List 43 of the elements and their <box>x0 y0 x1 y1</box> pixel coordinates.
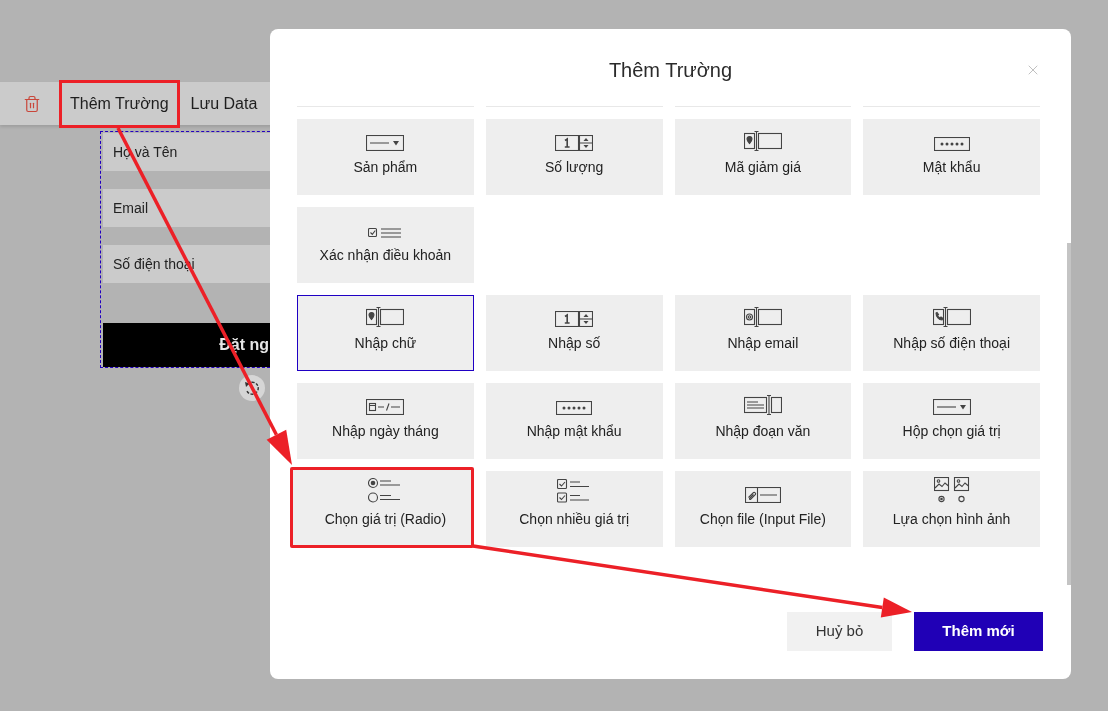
field-type-card[interactable]: Nhập số <box>485 295 663 371</box>
trash-icon <box>23 94 41 113</box>
text-field-icon <box>743 131 782 151</box>
cancel-button[interactable]: Huỷ bỏ <box>787 612 892 651</box>
toolbar-button[interactable]: Thêm Trường <box>59 79 180 128</box>
number-stepper-icon <box>555 311 594 327</box>
dialog-title: Thêm Trường <box>608 58 733 83</box>
checkbox-list-icon <box>557 479 592 503</box>
scrollbar-thumb[interactable] <box>1067 243 1071 585</box>
add-button[interactable]: Thêm mới <box>914 612 1043 651</box>
field-type-card[interactable]: Nhập mật khẩu <box>485 383 663 459</box>
field-type-card[interactable]: Chọn file (Input File) <box>674 471 852 547</box>
phone-field-icon <box>932 307 971 327</box>
field-type-card[interactable]: Hộp chọn giá trị <box>863 383 1040 459</box>
field-type-card[interactable]: Nhập ngày tháng <box>297 383 474 459</box>
radio-list-icon <box>368 478 403 503</box>
field-type-card[interactable]: Chọn nhiều giá trị <box>485 471 663 547</box>
checkbox-lines-icon <box>368 227 403 239</box>
input-field[interactable]: Email <box>103 189 270 227</box>
field-type-card[interactable]: Nhập chữ <box>297 295 474 371</box>
number-stepper-icon <box>555 135 594 151</box>
paragraph-field-icon <box>743 395 782 415</box>
field-type-card[interactable]: Mã giảm giá <box>674 119 852 195</box>
field-type-card[interactable]: Nhập email <box>674 295 852 371</box>
field-type-card[interactable]: Xác nhận điều khoản <box>297 207 474 283</box>
email-field-icon <box>743 307 782 327</box>
toolbar-button[interactable]: Lưu Data <box>179 79 269 128</box>
field-type-card[interactable]: Nhập số điện thoại <box>863 295 1040 371</box>
image-choice-icon <box>933 477 970 503</box>
date-field-icon <box>366 399 405 415</box>
paperclip-field-icon <box>744 487 781 503</box>
dropdown-field-icon <box>366 135 405 151</box>
rotate-icon[interactable] <box>239 375 265 401</box>
field-type-card[interactable]: Lựa chọn hình ảnh <box>863 471 1040 547</box>
field-type-card[interactable]: Mật khẩu <box>863 119 1040 195</box>
text-field-icon <box>366 307 405 327</box>
dropdown-field-icon <box>932 399 971 415</box>
field-type-card[interactable]: Chọn giá trị (Radio) <box>290 467 474 548</box>
field-type-card[interactable]: Số lượng <box>485 119 663 195</box>
field-type-card[interactable]: Sản phẩm <box>297 119 474 195</box>
field-type-card[interactable]: Nhập đoạn văn <box>674 383 852 459</box>
password-field-icon <box>556 401 593 415</box>
password-field-icon <box>933 137 970 151</box>
